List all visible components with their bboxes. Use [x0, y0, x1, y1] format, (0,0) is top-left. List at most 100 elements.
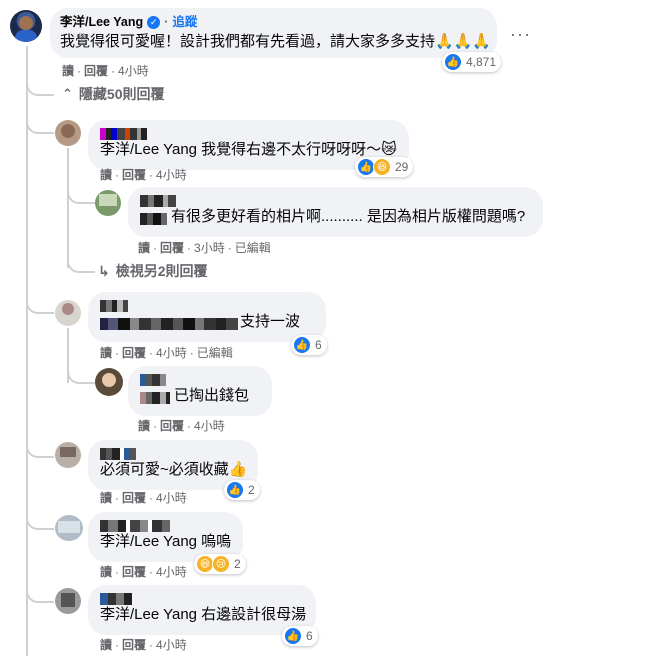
read-link[interactable]: 讀 — [100, 638, 112, 652]
read-link[interactable]: 讀 — [138, 241, 150, 255]
reaction-summary[interactable]: 😆 😢 2 — [194, 554, 246, 574]
comment-bubble: 有很多更好看的相片啊.......... 是因為相片版權問題嗎? — [128, 187, 543, 237]
thread-connector — [26, 112, 54, 134]
more-options-button[interactable]: ··· — [510, 25, 531, 43]
reply-link[interactable]: 回覆 — [122, 346, 146, 360]
reply-link[interactable]: 回覆 — [122, 491, 146, 505]
edited-label: 已編輯 — [196, 346, 233, 360]
reply-link[interactable]: 回覆 — [122, 168, 146, 182]
comment-author[interactable] — [100, 448, 246, 460]
comment-text: 李洋/Lee Yang 嗚嗚 — [100, 533, 232, 550]
thread-connector — [67, 360, 95, 384]
like-icon: 👍 — [226, 481, 244, 499]
comment-actions: 讀 · 回覆 · 4小時 · 已編輯 — [100, 346, 233, 360]
avatar[interactable] — [55, 515, 83, 541]
timestamp[interactable]: 4小時 — [194, 419, 225, 433]
comment-author[interactable] — [140, 374, 260, 386]
redacted-name — [140, 195, 176, 207]
redacted-name — [100, 300, 128, 312]
reply-link[interactable]: 回覆 — [84, 64, 108, 78]
comment-author[interactable] — [100, 300, 314, 312]
reply-link[interactable]: 回覆 — [122, 565, 146, 579]
comment-actions: 讀 · 回覆 · 4小時 — [62, 64, 149, 78]
read-link[interactable]: 讀 — [100, 346, 112, 360]
comment-author[interactable] — [100, 593, 304, 605]
comment-text: 支持一波 — [240, 313, 301, 330]
thread-connector — [67, 180, 95, 204]
timestamp[interactable]: 4小時 — [118, 64, 149, 78]
redacted-name — [100, 520, 170, 532]
timestamp[interactable]: 4小時 — [156, 565, 187, 579]
timestamp[interactable]: 4小時 — [156, 168, 187, 182]
comment-text: 李洋/Lee Yang 我覺得右邊不太行呀呀呀～😿 — [100, 141, 397, 158]
thread-connector — [26, 512, 54, 530]
read-link[interactable]: 讀 — [138, 419, 150, 433]
reply-link[interactable]: 回覆 — [160, 419, 184, 433]
comment-text: 李洋/Lee Yang 右邊設計很母湯 — [100, 606, 307, 623]
timestamp[interactable]: 3小時 — [194, 241, 225, 255]
chevron-up-icon: ⌃ — [62, 86, 73, 101]
comment-actions: 讀 · 回覆 · 4小時 — [100, 565, 187, 579]
redacted-mention[interactable] — [140, 390, 170, 404]
thread-line — [67, 148, 69, 268]
comment-actions: 讀 · 回覆 · 4小時 — [100, 638, 187, 652]
avatar[interactable] — [95, 368, 123, 396]
reaction-summary[interactable]: 👍 6 — [291, 335, 327, 355]
thread-connector — [26, 290, 54, 314]
reaction-summary[interactable]: 👍 4,871 — [442, 52, 502, 72]
author-name[interactable]: 李洋/Lee Yang — [60, 14, 143, 30]
thread-line — [26, 46, 28, 656]
avatar[interactable] — [55, 120, 81, 146]
haha-icon: 😆 — [373, 158, 391, 176]
reaction-summary[interactable]: 👍 2 — [224, 480, 260, 500]
comment-bubble: 李洋/Lee Yang 右邊設計很母湯 — [88, 585, 316, 635]
read-link[interactable]: 讀 — [100, 168, 112, 182]
redacted-name — [140, 374, 166, 386]
thread-connector — [26, 438, 54, 458]
timestamp[interactable]: 4小時 — [156, 346, 187, 360]
timestamp[interactable]: 4小時 — [156, 638, 187, 652]
timestamp[interactable]: 4小時 — [156, 491, 187, 505]
reaction-count: 6 — [315, 338, 322, 352]
follow-button[interactable]: 追蹤 — [172, 14, 197, 30]
comment-bubble: 已掏出錢包 — [128, 366, 272, 416]
thread-connector — [26, 585, 54, 603]
comment-author[interactable] — [100, 520, 231, 532]
comment-actions: 讀 · 回覆 · 4小時 — [100, 168, 187, 182]
comment-actions: 讀 · 回覆 · 4小時 — [138, 419, 225, 433]
redacted-name — [100, 128, 147, 140]
redacted-name — [100, 593, 132, 605]
comment-author[interactable] — [100, 128, 397, 140]
comment-author[interactable] — [140, 195, 531, 207]
avatar[interactable] — [95, 190, 121, 216]
thread-connector — [67, 255, 95, 273]
avatar[interactable] — [55, 588, 81, 614]
view-more-replies[interactable]: ↳ 檢視另2則回覆 — [98, 262, 208, 280]
reply-link[interactable]: 回覆 — [122, 638, 146, 652]
comment-bubble: 支持一波 — [88, 292, 326, 342]
comment-text: 有很多更好看的相片啊.......... 是因為相片版權問題嗎? — [171, 208, 526, 225]
hidden-replies-toggle[interactable]: ⌃ 隱藏50則回覆 — [62, 85, 164, 103]
reply-arrow-icon: ↳ — [98, 263, 110, 279]
reply-link[interactable]: 回覆 — [160, 241, 184, 255]
redacted-mention[interactable] — [100, 316, 238, 330]
like-icon: 👍 — [293, 336, 311, 354]
reaction-summary[interactable]: 👍 😆 29 — [355, 157, 414, 177]
comment-text: 我覺得很可愛喔！設計我們都有先看過，請大家多多支持🙏🙏🙏 — [60, 33, 492, 50]
read-link[interactable]: 讀 — [100, 491, 112, 505]
reaction-count: 2 — [234, 557, 241, 571]
read-link[interactable]: 讀 — [62, 64, 74, 78]
reaction-count: 4,871 — [466, 55, 497, 69]
comment-text: 已掏出錢包 — [174, 387, 250, 404]
avatar[interactable] — [55, 300, 81, 326]
comment-author: 李洋/Lee Yang ✓ · 追蹤 — [60, 14, 198, 30]
comment-actions: 讀 · 回覆 · 4小時 — [100, 491, 187, 505]
avatar[interactable] — [55, 442, 81, 468]
thread-connector — [26, 76, 54, 96]
reaction-summary[interactable]: 👍 6 — [282, 626, 318, 646]
verified-icon: ✓ — [147, 15, 161, 29]
like-icon: 👍 — [444, 53, 462, 71]
redacted-mention[interactable] — [140, 211, 167, 225]
avatar[interactable] — [10, 10, 42, 42]
read-link[interactable]: 讀 — [100, 565, 112, 579]
